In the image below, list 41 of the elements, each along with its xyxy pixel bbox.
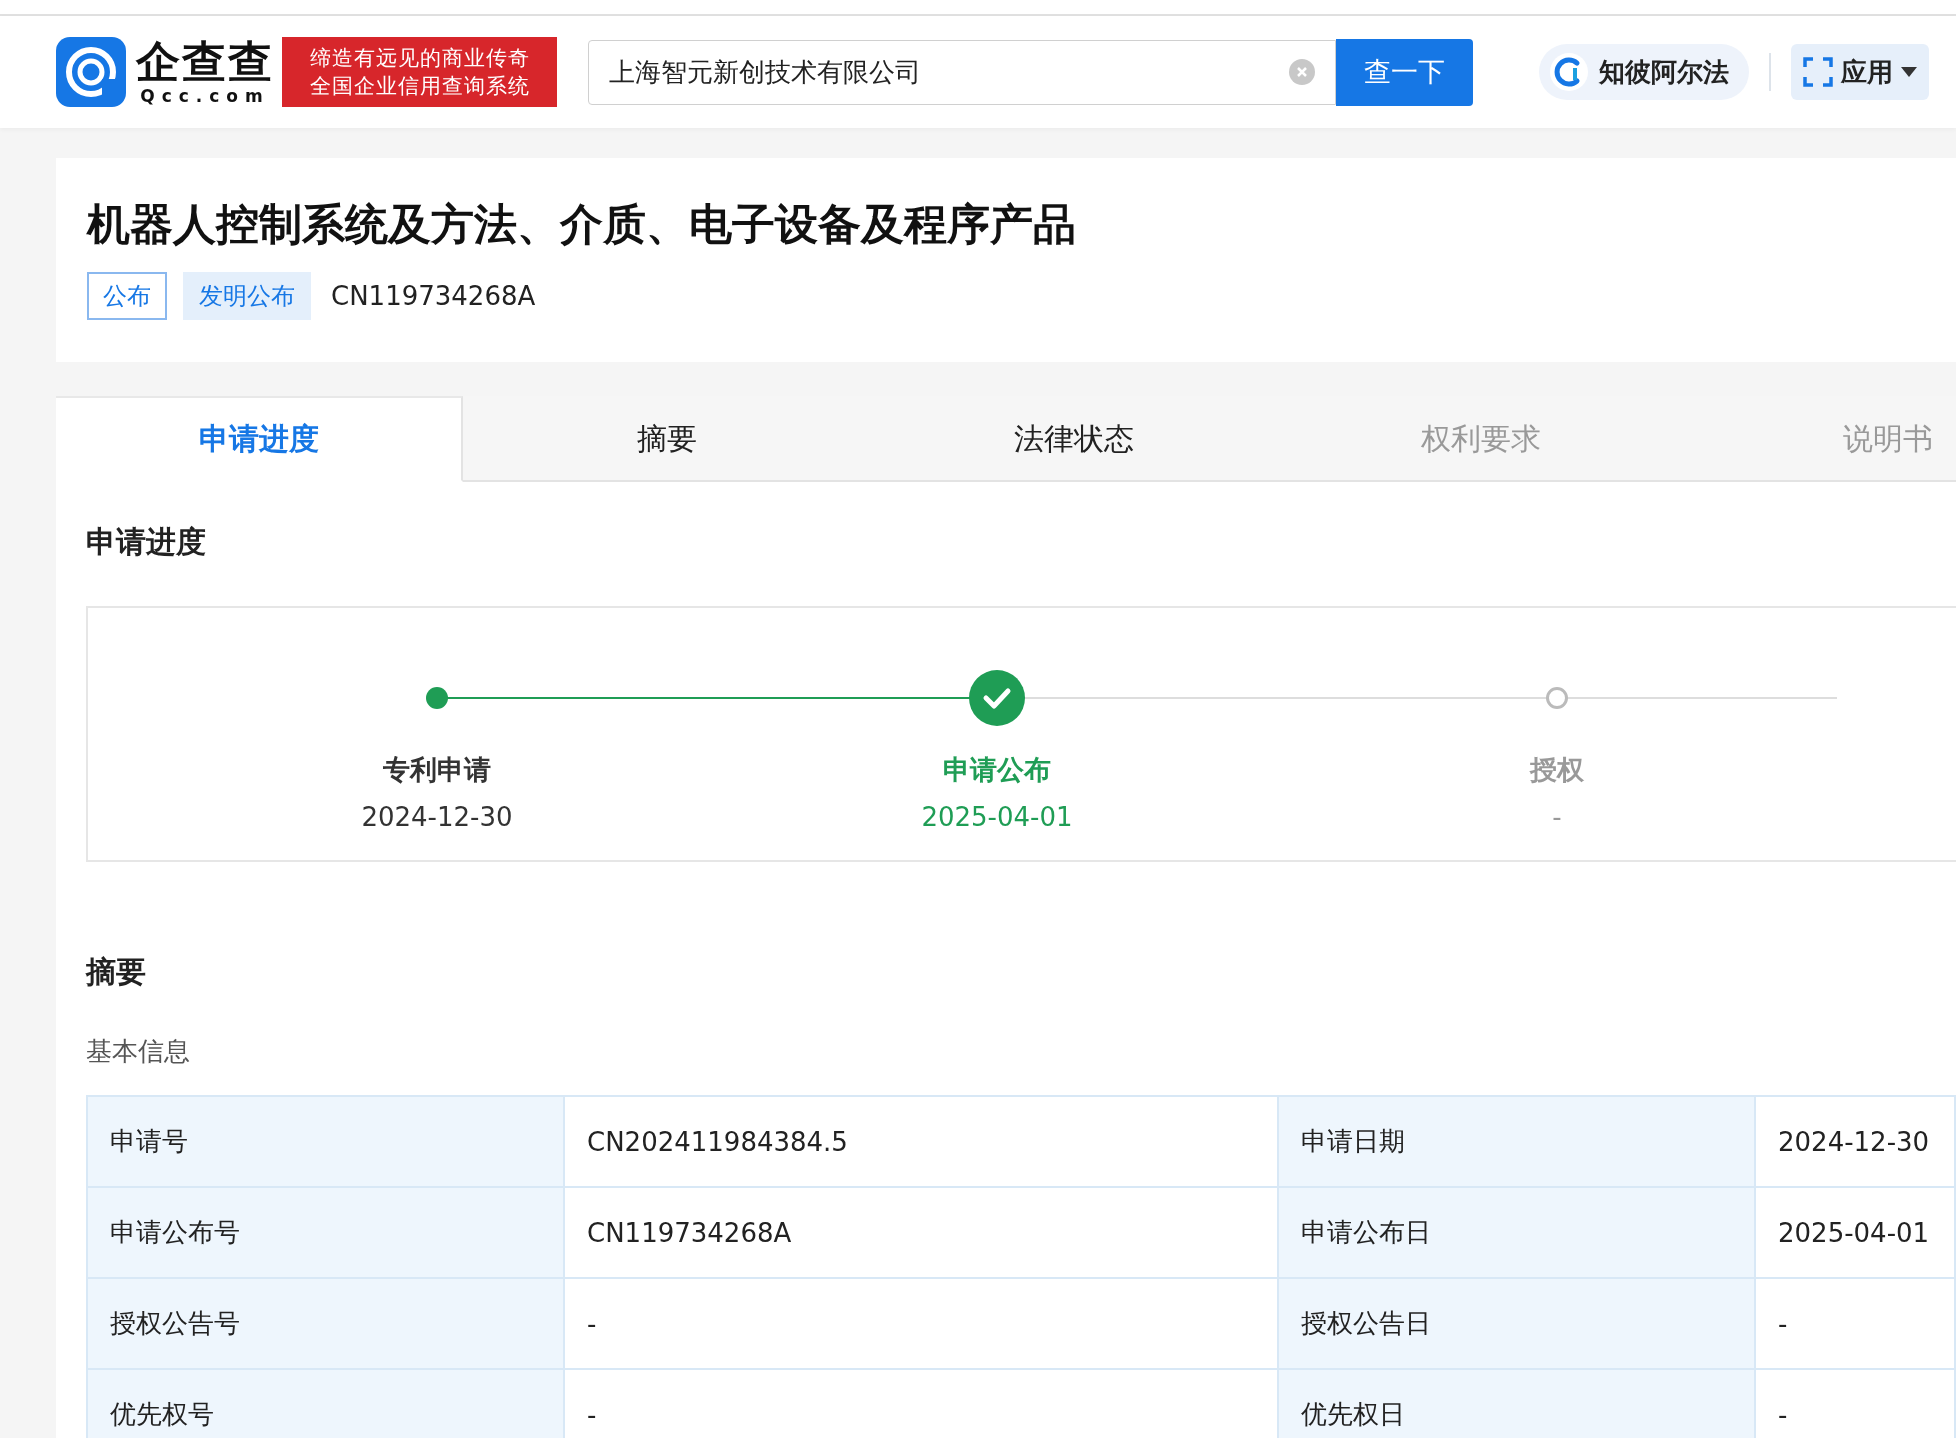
section-title: 申请进度 [86, 523, 207, 561]
search-field[interactable]: 上海智元新创技术有限公司 [588, 39, 1336, 105]
logo-icon [56, 37, 126, 107]
logo-domain: Qcc.com [140, 86, 270, 106]
field-label: 授权公告日 [1279, 1279, 1756, 1370]
status-tag: 发明公布 [183, 272, 311, 320]
subsection-title: 基本信息 [86, 1035, 191, 1068]
field-label: 申请日期 [1279, 1097, 1756, 1188]
step-label: 专利申请 [383, 753, 491, 787]
clear-icon[interactable] [1289, 59, 1315, 85]
field-value: - [565, 1279, 1279, 1370]
field-label: 申请公布日 [1279, 1188, 1756, 1279]
step-date: - [1552, 802, 1562, 832]
logo-name: 企查查 [136, 38, 274, 86]
status-tag: 公布 [87, 272, 167, 320]
step-label: 授权 [1530, 753, 1584, 787]
field-value: CN202411984384.5 [565, 1097, 1279, 1188]
field-label: 申请公布号 [88, 1188, 565, 1279]
alpha-button[interactable]: 知彼阿尔法 [1539, 44, 1749, 100]
step-date: 2025-04-01 [921, 802, 1073, 832]
step-label: 申请公布 [943, 753, 1051, 787]
apps-button[interactable]: 应用 [1791, 44, 1929, 100]
slogan-text: 缔造有远见的商业传奇 [309, 45, 530, 72]
patent-title: 机器人控制系统及方法、介质、电子设备及程序产品 [87, 198, 1077, 250]
field-label: 申请号 [88, 1097, 565, 1188]
field-label: 优先权号 [88, 1370, 565, 1438]
section-title: 摘要 [86, 953, 147, 991]
expand-corners-icon [1803, 57, 1833, 87]
field-value: 2025-04-01 [1756, 1188, 1956, 1279]
field-value: - [1756, 1279, 1956, 1370]
step-date: 2024-12-30 [361, 802, 513, 832]
field-value: CN119734268A [565, 1188, 1279, 1279]
field-label: 优先权日 [1279, 1370, 1756, 1438]
c-letter-icon [1549, 52, 1589, 92]
patent-number: CN119734268A [331, 281, 536, 311]
caret-icon [1901, 67, 1917, 77]
tab[interactable]: 申请进度 [56, 396, 463, 482]
slogan-text: 全国企业信用查询系统 [309, 73, 530, 100]
field-value: 2024-12-30 [1756, 1097, 1956, 1188]
field-label: 授权公告号 [88, 1279, 565, 1370]
search-button[interactable]: 查一下 [1336, 38, 1473, 106]
